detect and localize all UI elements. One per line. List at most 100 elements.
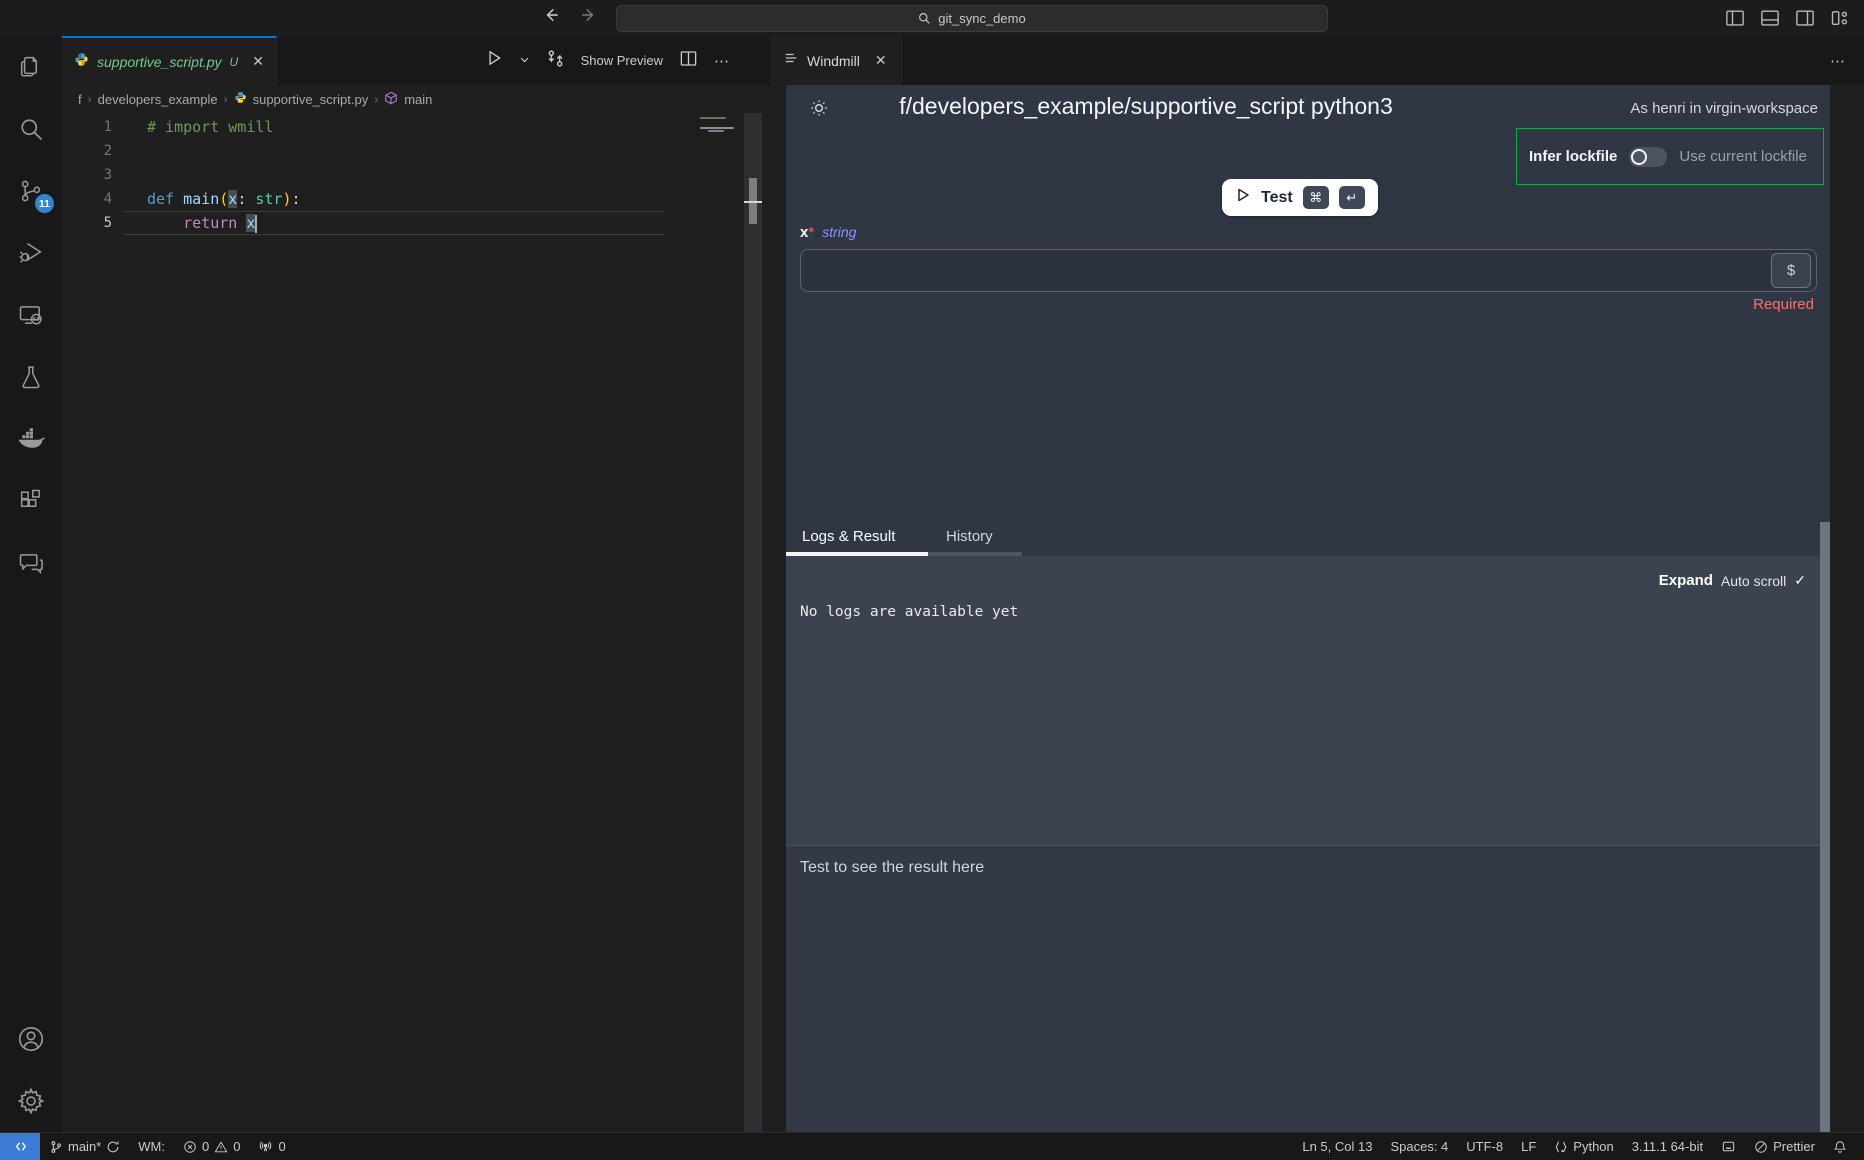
- encoding-status[interactable]: UTF-8: [1457, 1133, 1512, 1160]
- result-placeholder: Test to see the result here: [800, 859, 984, 877]
- ports-count: 0: [278, 1139, 285, 1154]
- eol: LF: [1521, 1139, 1536, 1154]
- theme-sun-icon[interactable]: [808, 97, 830, 124]
- editor-tab-bar: supportive_script.py U ✕ Show Preview: [62, 36, 770, 85]
- arg-type: string: [822, 224, 856, 240]
- tab-logs-result[interactable]: Logs & Result: [802, 520, 895, 552]
- panel-scrollbar[interactable]: [1820, 522, 1830, 1132]
- toggle-panel-bottom-icon[interactable]: [1760, 8, 1780, 33]
- windmill-webview: f/developers_example/supportive_script p…: [786, 85, 1830, 1132]
- result-panel: Test to see the result here: [786, 845, 1830, 1132]
- comments-icon[interactable]: [0, 532, 62, 594]
- run-file-icon[interactable]: [485, 49, 503, 72]
- required-marker: *: [808, 224, 814, 241]
- forward-arrow-icon[interactable]: [580, 6, 598, 24]
- language-mode-status[interactable]: Python: [1545, 1133, 1622, 1160]
- formatter-name: Prettier: [1773, 1139, 1815, 1154]
- code-line[interactable]: 3: [62, 163, 770, 187]
- branch-status[interactable]: main*: [40, 1133, 129, 1160]
- editor-group: supportive_script.py U ✕ Show Preview: [62, 36, 770, 1132]
- python-version-status[interactable]: 3.11.1 64-bit: [1623, 1133, 1712, 1160]
- sync-icon[interactable]: [106, 1140, 120, 1154]
- breadcrumb-separator: ›: [224, 92, 228, 106]
- remote-indicator[interactable]: [0, 1133, 40, 1160]
- code-line[interactable]: 5 return x: [62, 211, 770, 235]
- warning-count: 0: [233, 1139, 240, 1154]
- breadcrumb-separator: ›: [374, 92, 378, 106]
- command-center-search[interactable]: git_sync_demo: [616, 5, 1328, 32]
- problems-status[interactable]: 0 0: [174, 1133, 249, 1160]
- git-branch-icon: [49, 1140, 63, 1154]
- indentation: Spaces: 4: [1390, 1139, 1448, 1154]
- eol-status[interactable]: LF: [1512, 1133, 1545, 1160]
- editor-more-actions-icon[interactable]: ⋯: [714, 52, 730, 70]
- code-line[interactable]: 4def main(x: str):: [62, 187, 770, 211]
- notifications-status[interactable]: [1824, 1133, 1856, 1160]
- python-file-icon: [74, 52, 89, 72]
- lockfile-toggle[interactable]: [1629, 147, 1667, 167]
- python-file-icon: [234, 91, 247, 107]
- breadcrumb-folder[interactable]: f: [78, 92, 82, 107]
- activity-bar: 11: [0, 36, 62, 1132]
- test-button[interactable]: Test ⌘ ↵: [1222, 179, 1378, 216]
- customize-layout-icon[interactable]: [1830, 8, 1850, 33]
- toggle-panel-left-icon[interactable]: [1725, 8, 1745, 33]
- code-line[interactable]: 2: [62, 139, 770, 163]
- split-editor-icon[interactable]: [679, 49, 698, 73]
- testing-icon[interactable]: [0, 346, 62, 408]
- run-context-label: As henri in virgin-workspace: [1630, 100, 1818, 117]
- settings-gear-icon[interactable]: [0, 1070, 62, 1132]
- arg-string-input[interactable]: $: [800, 249, 1817, 292]
- tab-windmill[interactable]: Windmill ✕: [770, 36, 902, 85]
- text-cursor: [255, 215, 257, 233]
- editor-scrollbar[interactable]: [744, 113, 762, 1132]
- indentation-status[interactable]: Spaces: 4: [1381, 1133, 1457, 1160]
- breadcrumb-symbol[interactable]: main: [404, 92, 432, 107]
- tab-label: Windmill: [807, 53, 860, 69]
- test-button-label: Test: [1261, 189, 1293, 207]
- minimap[interactable]: [700, 117, 744, 135]
- toggle-panel-right-icon[interactable]: [1795, 8, 1815, 33]
- source-control-icon[interactable]: 11: [0, 160, 62, 222]
- tab-supportive-script[interactable]: supportive_script.py U ✕: [62, 36, 277, 85]
- windmill-more-actions-icon[interactable]: ⋯: [1830, 52, 1864, 70]
- back-arrow-icon[interactable]: [542, 6, 560, 24]
- expand-button[interactable]: Expand: [1659, 572, 1713, 589]
- toggle-knob-icon: [1631, 149, 1647, 165]
- line-number: 5: [62, 211, 112, 235]
- breadcrumb-file[interactable]: supportive_script.py: [253, 92, 369, 107]
- wm-status[interactable]: WM:: [129, 1133, 174, 1160]
- language-name: Python: [1573, 1139, 1613, 1154]
- arg-label: x*string: [800, 224, 856, 241]
- line-number: 4: [62, 187, 112, 211]
- show-preview-button[interactable]: Show Preview: [581, 53, 663, 68]
- explorer-icon[interactable]: [0, 36, 62, 98]
- cursor-position-status[interactable]: Ln 5, Col 13: [1293, 1133, 1381, 1160]
- check-icon: ✓: [1794, 572, 1806, 589]
- variable-picker-button[interactable]: $: [1771, 253, 1811, 288]
- search-value: git_sync_demo: [938, 11, 1025, 26]
- breadcrumb-folder[interactable]: developers_example: [98, 92, 218, 107]
- docker-icon[interactable]: [0, 408, 62, 470]
- remote-explorer-icon[interactable]: [0, 284, 62, 346]
- tab-close-icon[interactable]: ✕: [875, 52, 887, 69]
- tab-history[interactable]: History: [946, 520, 993, 552]
- run-dropdown-chevron-icon[interactable]: [519, 52, 530, 70]
- code-editor[interactable]: 1# import wmill234def main(x: str):5 ret…: [62, 113, 770, 1132]
- prettier-status[interactable]: Prettier: [1745, 1133, 1824, 1160]
- code-line[interactable]: 1# import wmill: [62, 115, 770, 139]
- run-debug-icon[interactable]: [0, 222, 62, 284]
- search-icon: [918, 12, 931, 25]
- symbol-method-icon: [384, 91, 398, 108]
- autoscroll-label[interactable]: Auto scroll: [1721, 573, 1786, 589]
- open-changes-icon[interactable]: [546, 49, 565, 73]
- search-sidebar-icon[interactable]: [0, 98, 62, 160]
- ports-status[interactable]: 0: [249, 1133, 294, 1160]
- selector-grid-status[interactable]: [1712, 1133, 1745, 1160]
- extensions-icon[interactable]: [0, 470, 62, 532]
- tab-close-icon[interactable]: ✕: [252, 53, 264, 70]
- encoding: UTF-8: [1466, 1139, 1503, 1154]
- tab-modified-flag: U: [230, 55, 239, 69]
- line-number: 2: [62, 139, 112, 163]
- accounts-icon[interactable]: [0, 1008, 62, 1070]
